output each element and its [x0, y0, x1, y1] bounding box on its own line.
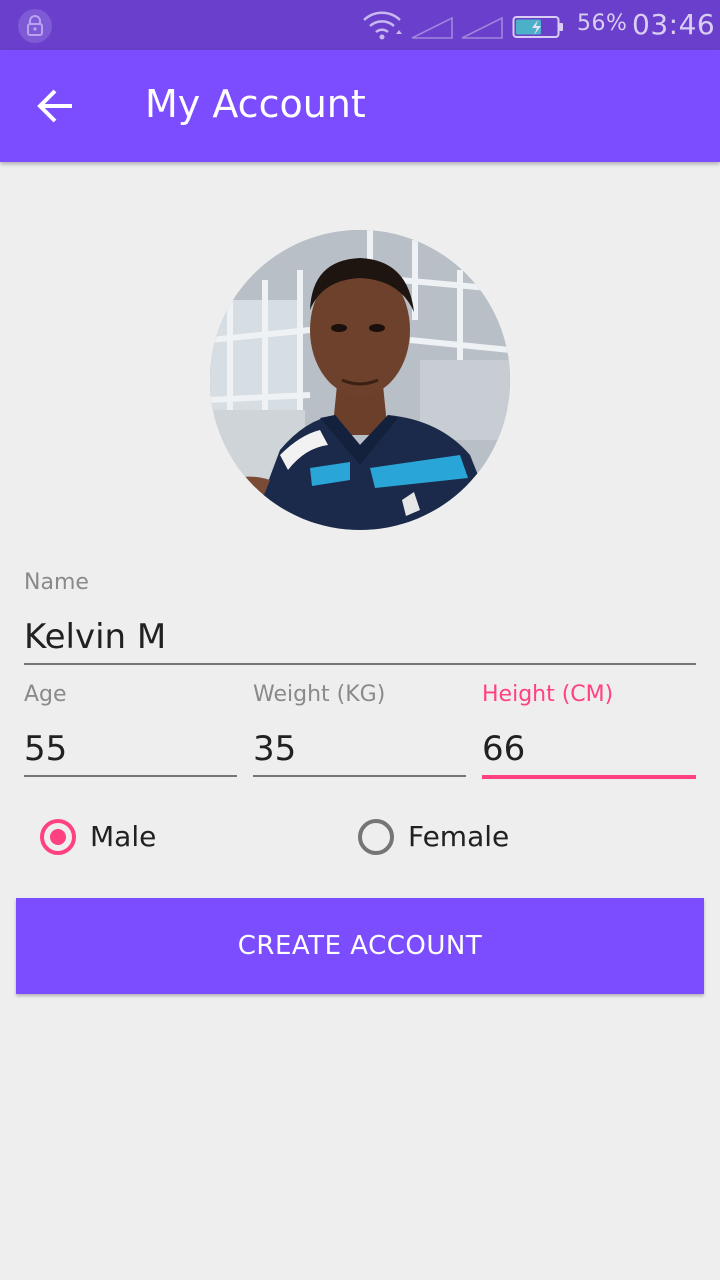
weight-underline	[253, 775, 466, 777]
avatar[interactable]	[210, 230, 510, 530]
clock: 03:46	[632, 8, 716, 41]
battery-charging-icon	[512, 16, 563, 38]
name-field[interactable]: Kelvin M	[24, 617, 166, 657]
female-radio-label[interactable]: Female	[408, 820, 509, 853]
arrow-back-icon[interactable]	[28, 78, 84, 134]
male-radio-label[interactable]: Male	[90, 820, 156, 853]
signal-icon	[411, 16, 453, 39]
height-label: Height (CM)	[482, 682, 614, 707]
profile-photo	[210, 230, 510, 530]
weight-label: Weight (KG)	[253, 682, 386, 707]
signal-icon	[461, 16, 503, 39]
name-underline	[24, 663, 696, 665]
age-field[interactable]: 55	[24, 729, 67, 769]
lock-icon	[18, 9, 52, 43]
female-radio[interactable]	[358, 819, 394, 855]
height-field[interactable]: 66	[482, 729, 525, 769]
battery-percent: 56%	[577, 11, 628, 36]
name-label: Name	[24, 570, 89, 595]
status-bar: 56% 03:46	[0, 0, 720, 50]
height-underline	[482, 775, 696, 779]
page-title: My Account	[145, 82, 366, 126]
wifi-icon	[363, 11, 402, 40]
male-radio[interactable]	[40, 819, 76, 855]
age-underline	[24, 775, 237, 777]
create-account-button[interactable]: CREATE ACCOUNT	[16, 898, 704, 994]
weight-field[interactable]: 35	[253, 729, 296, 769]
age-label: Age	[24, 682, 67, 707]
app-bar: My Account	[0, 50, 720, 162]
